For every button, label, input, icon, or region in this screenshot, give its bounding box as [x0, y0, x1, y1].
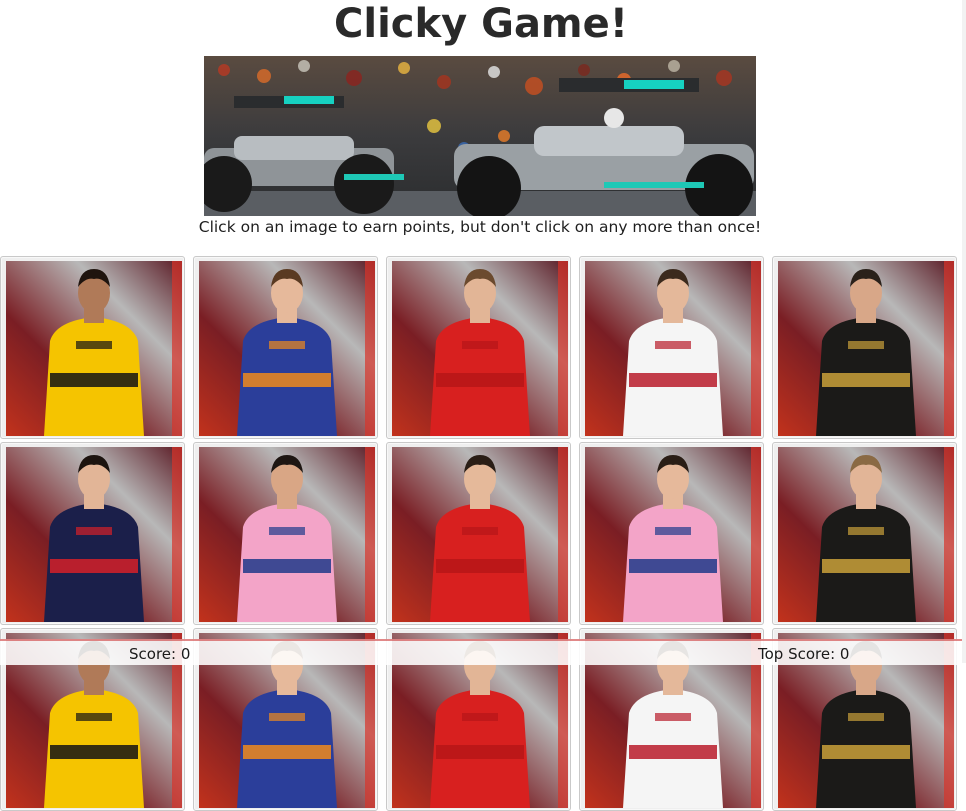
driver-portrait — [585, 261, 761, 436]
driver-portrait — [199, 261, 375, 436]
driver-portrait — [392, 447, 568, 622]
driver-card[interactable] — [772, 442, 957, 625]
score-display: Score: 0 — [129, 645, 191, 663]
driver-portrait — [6, 447, 182, 622]
driver-card[interactable] — [386, 442, 571, 625]
top-score-display: Top Score: 0 — [758, 645, 850, 663]
driver-card[interactable] — [579, 442, 764, 625]
scrollbar[interactable] — [962, 0, 966, 663]
score-bar: Score: 0 Top Score: 0 — [0, 639, 966, 665]
game-instructions: Click on an image to earn points, but do… — [198, 218, 762, 236]
driver-card[interactable] — [193, 442, 378, 625]
driver-card[interactable] — [579, 256, 764, 439]
driver-portrait — [585, 447, 761, 622]
driver-card[interactable] — [0, 256, 185, 439]
driver-portrait — [778, 447, 954, 622]
driver-card[interactable] — [772, 256, 957, 439]
driver-card[interactable] — [386, 256, 571, 439]
page-title: Clicky Game! — [334, 1, 628, 47]
banner-image — [204, 56, 756, 216]
card-grid — [0, 256, 966, 811]
driver-portrait — [6, 261, 182, 436]
driver-portrait — [778, 261, 954, 436]
driver-portrait — [199, 447, 375, 622]
driver-card[interactable] — [193, 256, 378, 439]
driver-card[interactable] — [0, 442, 185, 625]
driver-portrait — [392, 261, 568, 436]
